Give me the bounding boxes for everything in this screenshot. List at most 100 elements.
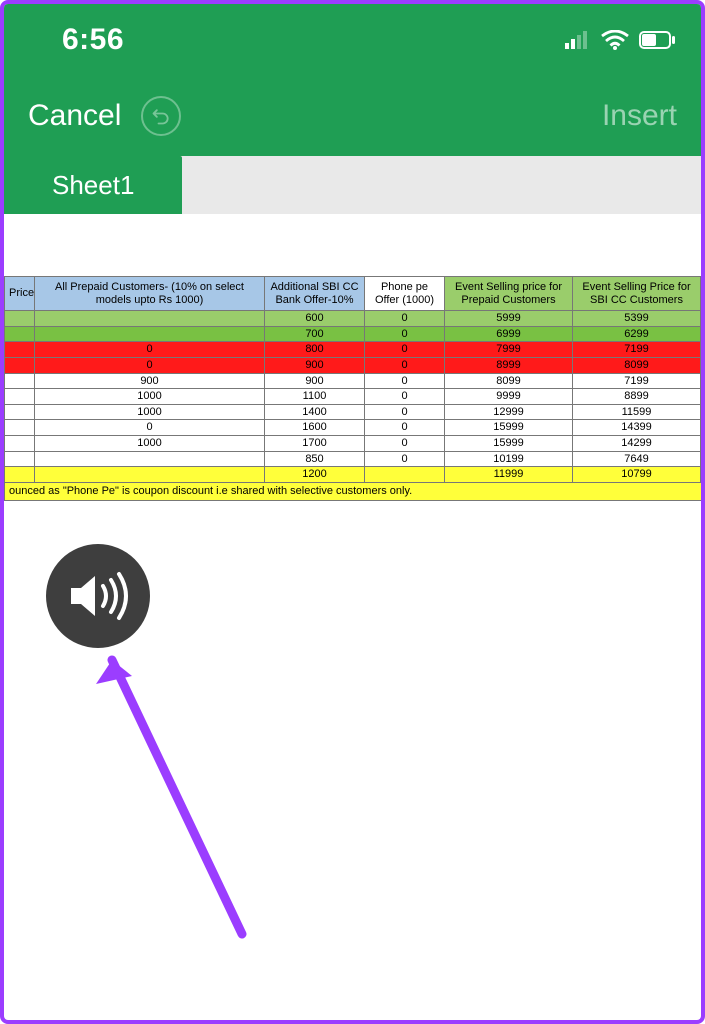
cell[interactable]: 8999 [445,357,573,373]
cell[interactable]: 900 [265,373,365,389]
cell[interactable]: 8899 [573,389,701,405]
cell[interactable] [365,467,445,483]
cell[interactable] [5,326,35,342]
cell[interactable]: 11999 [445,467,573,483]
cell[interactable]: 5999 [445,311,573,327]
cell[interactable]: 6999 [445,326,573,342]
cell[interactable]: 1700 [265,436,365,452]
note-cell: ounced as "Phone Pe" is coupon discount … [5,483,705,501]
table-row[interactable]: 1000170001599914299 [5,436,705,452]
cell[interactable]: 6299 [573,326,701,342]
cell[interactable] [701,326,705,342]
cell[interactable]: 0 [35,420,265,436]
cell[interactable] [5,467,35,483]
header-last: N [701,277,705,311]
table-row[interactable]: 700069996299 [5,326,705,342]
cancel-button[interactable]: Cancel [28,99,121,133]
insert-button[interactable]: Insert [602,99,677,133]
table-row[interactable]: 0800079997199 [5,342,705,358]
table-row[interactable]: 1200 1199910799 [5,467,705,483]
cell[interactable]: 1000 [35,436,265,452]
cell[interactable]: 8099 [445,373,573,389]
cell[interactable] [5,311,35,327]
cell[interactable]: 900 [35,373,265,389]
cell[interactable] [701,311,705,327]
cell[interactable]: 600 [265,311,365,327]
cell[interactable]: 900 [265,357,365,373]
cell[interactable] [35,326,265,342]
cell[interactable]: 1600 [265,420,365,436]
cell[interactable] [701,467,705,483]
cell[interactable]: 10799 [573,467,701,483]
cell[interactable] [35,467,265,483]
cell[interactable] [5,373,35,389]
cell[interactable] [35,451,265,467]
cell[interactable]: 7199 [573,373,701,389]
cell[interactable]: 0 [365,404,445,420]
cell[interactable]: 0 [35,357,265,373]
cell[interactable]: 7999 [445,342,573,358]
cell[interactable]: 15999 [445,436,573,452]
undo-button[interactable] [141,96,181,136]
cell[interactable] [5,420,35,436]
cell[interactable]: 1100 [265,389,365,405]
header-row: Price All Prepaid Customers- (10% on sel… [5,277,705,311]
cell[interactable]: 5399 [573,311,701,327]
cell[interactable] [5,389,35,405]
cell[interactable]: 0 [365,420,445,436]
cell[interactable] [701,451,705,467]
cell[interactable]: 0 [35,342,265,358]
cell[interactable]: 0 [365,389,445,405]
cell[interactable]: 8099 [573,357,701,373]
table-row[interactable]: 0160001599914399 [5,420,705,436]
cell[interactable]: 15999 [445,420,573,436]
table-row[interactable]: 10001100099998899 [5,389,705,405]
cell[interactable]: 7199 [573,342,701,358]
cell[interactable]: 14299 [573,436,701,452]
cell[interactable] [5,404,35,420]
cell[interactable] [701,420,705,436]
cell[interactable]: 0 [365,342,445,358]
cell[interactable] [701,436,705,452]
cell[interactable]: 10199 [445,451,573,467]
table-row[interactable]: 0900089998099 [5,357,705,373]
tab-sheet1[interactable]: Sheet1 [4,156,182,214]
cell[interactable]: 1200 [265,467,365,483]
cellular-icon [565,31,591,49]
cell[interactable] [701,342,705,358]
cell[interactable] [5,357,35,373]
cell[interactable]: 0 [365,451,445,467]
header-phonepe: Phone pe Offer (1000) [365,277,445,311]
cell[interactable] [5,436,35,452]
table-row[interactable]: 8500101997649 [5,451,705,467]
cell[interactable]: 0 [365,436,445,452]
cell[interactable]: 1000 [35,389,265,405]
cell[interactable] [701,357,705,373]
status-bar: 6:56 [4,4,701,76]
cell[interactable]: 800 [265,342,365,358]
cell[interactable]: 11599 [573,404,701,420]
table-row[interactable]: 600059995399 [5,311,705,327]
cell[interactable] [701,389,705,405]
cell[interactable] [701,373,705,389]
cell[interactable]: 850 [265,451,365,467]
cell[interactable] [35,311,265,327]
cell[interactable]: 0 [365,357,445,373]
cell[interactable] [701,404,705,420]
spreadsheet-area[interactable]: Price All Prepaid Customers- (10% on sel… [4,214,701,501]
cell[interactable]: 0 [365,373,445,389]
cell[interactable]: 0 [365,326,445,342]
table-row[interactable]: 900900080997199 [5,373,705,389]
cell[interactable]: 14399 [573,420,701,436]
cell[interactable]: 700 [265,326,365,342]
cell[interactable]: 1000 [35,404,265,420]
cell[interactable]: 7649 [573,451,701,467]
nav-bar: Cancel Insert [4,76,701,156]
cell[interactable]: 9999 [445,389,573,405]
cell[interactable]: 0 [365,311,445,327]
cell[interactable] [5,342,35,358]
cell[interactable] [5,451,35,467]
table-row[interactable]: 1000140001299911599 [5,404,705,420]
cell[interactable]: 12999 [445,404,573,420]
cell[interactable]: 1400 [265,404,365,420]
